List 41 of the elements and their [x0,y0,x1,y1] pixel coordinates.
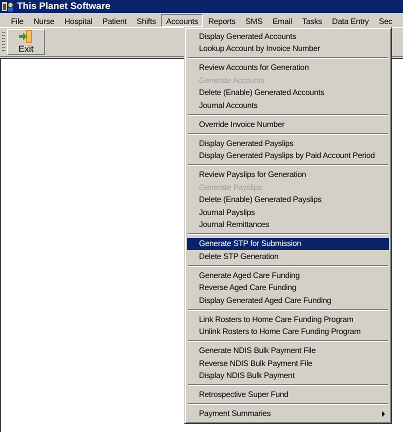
menu-bar-item[interactable]: Shifts [132,14,162,26]
menu-item[interactable]: Generate STP for Submission [187,238,389,250]
door-arrow-icon [19,30,33,43]
menu-bar-item[interactable]: Patient [97,14,132,26]
menu-item[interactable]: Reverse Aged Care Funding [187,282,389,294]
submenu-arrow-icon [382,410,385,417]
menu-item[interactable]: Reverse NDIS Bulk Payment File [187,357,389,370]
window-title: This Planet Software [17,1,110,12]
menu-bar-item[interactable]: Sec [374,14,398,26]
menu-item[interactable]: Journal Payslips [187,206,389,218]
menu-bar-item[interactable]: File [6,14,28,26]
menu-item[interactable]: Review Accounts for Generation [187,62,389,74]
exit-button[interactable]: Exit [7,29,45,55]
menu-item[interactable]: Delete STP Generation [187,250,389,262]
menu-bar-item[interactable]: Data Entry [327,14,374,26]
menu-item[interactable]: Unlink Rosters to Home Care Funding Program [187,326,389,338]
menu-item[interactable]: Lookup Account by Invoice Number [187,42,389,55]
menu-item[interactable]: Payment Summaries [187,408,389,420]
menu-bar-item[interactable]: Email [268,14,298,26]
menu-item[interactable]: Display Generated Accounts [187,30,389,42]
menu-item[interactable]: Delete (Enable) Generated Payslips [187,194,389,206]
menu-item[interactable]: Display NDIS Bulk Payment [187,370,389,382]
menu-item[interactable]: Delete (Enable) Generated Accounts [187,86,389,99]
menu-item[interactable]: Override Invoice Number [187,118,389,130]
menu-item[interactable]: Journal Remittances [187,218,389,231]
menu-bar-item[interactable]: Tasks [297,14,328,26]
menu-item[interactable]: Display Generated Payslips [187,137,389,150]
menu-bar-item[interactable]: Reports [203,14,241,26]
menu-item[interactable]: Review Payslips for Generation [187,168,389,181]
menu-item[interactable]: Generate Aged Care Funding [187,269,389,282]
menu-item[interactable]: Journal Accounts [187,99,389,112]
menu-bar-item[interactable]: SMS [240,14,268,26]
menu-item[interactable]: Display Generated Payslips by Paid Account Period [187,150,389,162]
menu-item[interactable]: Retrospective Super Fund [187,388,389,401]
app-icon [2,1,14,12]
menu-item[interactable]: Display Generated Aged Care Funding [187,294,389,306]
menu-bar-item[interactable]: Nurse [28,14,60,26]
menu-item[interactable]: Generate NDIS Bulk Payment File [187,344,389,357]
menu-bar-item[interactable]: Hospital [59,14,98,26]
menu-item[interactable]: Link Rosters to Home Care Funding Program [187,313,389,326]
menu-bar-item[interactable]: Accounts [161,14,204,26]
